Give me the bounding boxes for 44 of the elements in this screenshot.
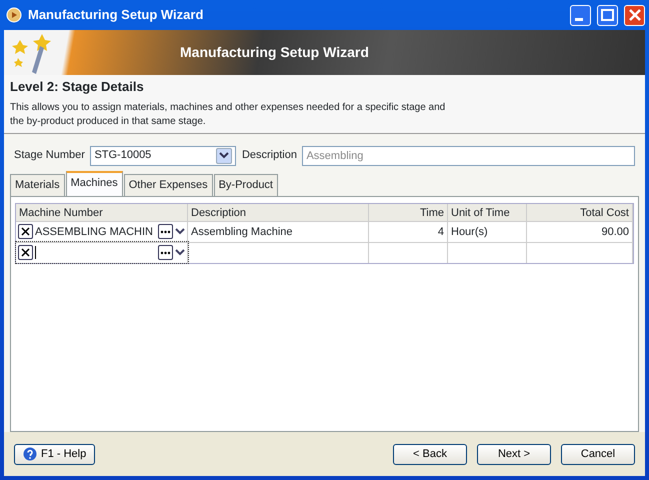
ellipsis-button[interactable] bbox=[158, 224, 173, 240]
machine-number-cell[interactable]: ASSEMBLING MACHIN bbox=[16, 220, 188, 242]
tab[interactable]: Materials bbox=[10, 174, 65, 196]
x-icon bbox=[21, 227, 30, 236]
table-cell: 90.00 bbox=[527, 220, 633, 242]
page-description: This allows you to assign materials, machines and other expenses needed for a specific stage and the by-product produced in that same stage. bbox=[10, 100, 446, 129]
help-icon bbox=[23, 447, 37, 461]
text-cursor bbox=[35, 246, 36, 260]
column-header: Unit of Time bbox=[448, 204, 527, 221]
field-label: Stage Number bbox=[14, 148, 85, 164]
ellipsis-button[interactable] bbox=[158, 245, 173, 260]
column-header: Description bbox=[188, 204, 369, 221]
maximize-icon bbox=[601, 9, 614, 21]
maximize-button[interactable] bbox=[597, 4, 618, 26]
column-header: Total Cost bbox=[527, 204, 633, 221]
table-cell: Assembling Machine bbox=[188, 220, 369, 242]
tab[interactable]: Other Expenses bbox=[124, 174, 213, 196]
column-header: Time bbox=[369, 204, 448, 221]
banner-title: Manufacturing Setup Wizard bbox=[180, 43, 369, 62]
tab[interactable]: By-Product bbox=[214, 174, 278, 196]
window-title: Manufacturing Setup Wizard bbox=[28, 6, 204, 24]
table-cell: 4 bbox=[369, 220, 448, 242]
stage-number-dropdown[interactable]: STG-10005 bbox=[90, 146, 236, 166]
wizard-button[interactable]: Next > bbox=[477, 444, 551, 464]
minimize-button[interactable] bbox=[570, 4, 591, 26]
page-heading: Level 2: Stage Details bbox=[10, 79, 145, 95]
ellipsis-icon bbox=[160, 230, 171, 234]
tab[interactable]: Machines bbox=[66, 171, 123, 196]
ellipsis-icon bbox=[160, 250, 171, 255]
field-label: Description bbox=[242, 148, 297, 164]
remove-button[interactable] bbox=[18, 245, 33, 260]
help-button[interactable]: F1 - Help bbox=[14, 444, 96, 464]
x-icon bbox=[21, 248, 30, 258]
table-cell: Hour(s) bbox=[448, 220, 527, 242]
machine-number-cell[interactable] bbox=[16, 242, 188, 263]
column-header: Machine Number bbox=[16, 204, 188, 221]
minimize-icon bbox=[574, 18, 582, 21]
table-cell-text: ASSEMBLING MACHIN bbox=[35, 224, 153, 240]
wizard-button[interactable]: Cancel bbox=[561, 444, 635, 464]
close-button[interactable] bbox=[624, 4, 645, 26]
app-icon bbox=[6, 7, 22, 23]
remove-button[interactable] bbox=[18, 224, 33, 240]
wizard-button[interactable]: < Back bbox=[393, 444, 467, 464]
close-icon bbox=[628, 9, 640, 21]
